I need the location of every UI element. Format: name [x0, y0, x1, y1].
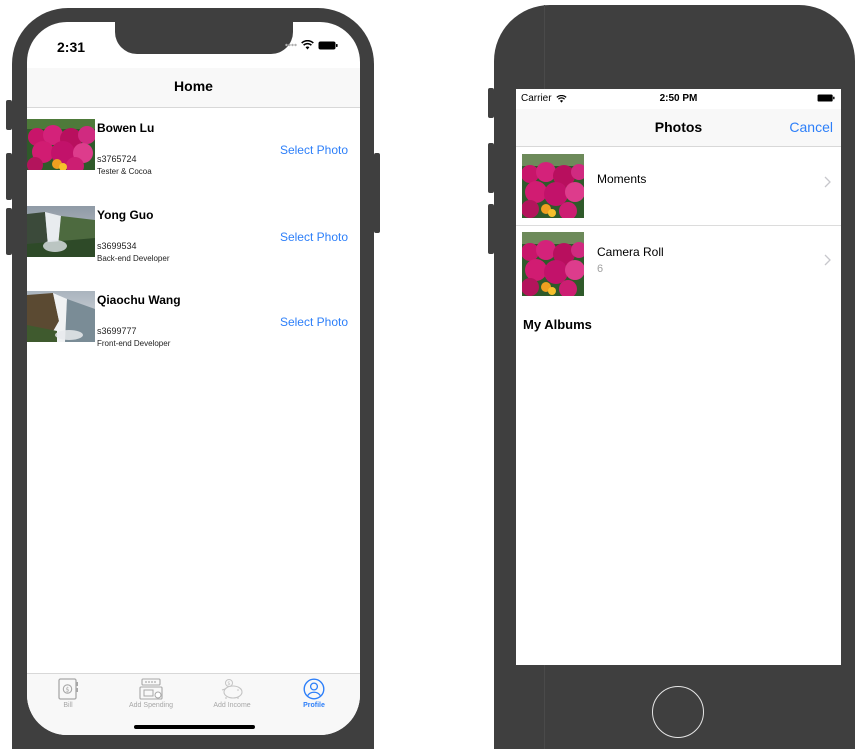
- member-name: Yong Guo: [97, 208, 154, 222]
- cancel-button[interactable]: Cancel: [789, 119, 833, 135]
- member-name: Qiaochu Wang: [97, 293, 181, 307]
- team-member-row: Bowen Lu s3765724 Tester & Cocoa Select …: [27, 119, 360, 176]
- flower-album-thumbnail: [522, 232, 584, 296]
- flower-album-thumbnail: [522, 154, 584, 218]
- member-student-id: s3699534: [97, 241, 137, 251]
- row-divider: [516, 225, 841, 226]
- side-button-left-1: [6, 100, 12, 130]
- profile-icon: [303, 678, 325, 700]
- battery-icon: [318, 41, 338, 49]
- album-row-moments[interactable]: Moments: [516, 150, 841, 226]
- status-time: 2:50 PM: [659, 93, 698, 104]
- iphone-x-frame: 2:31 Home Bowen Lu s3765724 Tester & Coc…: [6, 8, 380, 749]
- select-photo-button[interactable]: Select Photo: [280, 143, 348, 157]
- photos-screen: Carrier 2:50 PM Photos Cancel Moments Ca…: [516, 89, 841, 665]
- home-indicator[interactable]: [134, 725, 255, 729]
- svg-text:$: $: [65, 686, 69, 694]
- navigation-bar: Photos Cancel: [516, 109, 841, 147]
- album-row-camera-roll[interactable]: Camera Roll 6: [516, 228, 841, 304]
- notch: [115, 22, 293, 54]
- navigation-bar: Home: [27, 68, 360, 108]
- side-button-left-2: [6, 153, 12, 200]
- tab-label: Add Spending: [129, 702, 173, 709]
- home-screen: 2:31 Home Bowen Lu s3765724 Tester & Coc…: [27, 22, 360, 735]
- album-name: Camera Roll: [597, 245, 664, 259]
- chevron-right-icon: [824, 254, 831, 266]
- album-photo-count: 6: [597, 263, 604, 275]
- section-title-my-albums: My Albums: [523, 317, 592, 332]
- iphone-8-frame: Carrier 2:50 PM Photos Cancel Moments Ca…: [488, 5, 855, 749]
- select-photo-button[interactable]: Select Photo: [280, 230, 348, 244]
- side-button-right: [374, 153, 380, 233]
- member-role: Front-end Developer: [97, 339, 171, 348]
- wifi-icon: [301, 40, 314, 50]
- team-member-row: Qiaochu Wang s3699777 Front-end Develope…: [27, 291, 360, 348]
- member-student-id: s3699777: [97, 326, 137, 336]
- select-photo-button[interactable]: Select Photo: [280, 315, 348, 329]
- tab-label: Profile: [303, 702, 325, 709]
- battery-icon: [817, 94, 835, 102]
- tab-label: Bill: [63, 702, 73, 709]
- page-title: Home: [174, 78, 213, 94]
- tab-label: Add Income: [213, 702, 251, 709]
- cash-register-icon: [139, 678, 163, 700]
- home-button[interactable]: [652, 686, 704, 738]
- side-button-left-1: [488, 88, 494, 118]
- tab-profile[interactable]: Profile: [274, 678, 354, 709]
- signal-dots-icon: [285, 43, 297, 47]
- member-name: Bowen Lu: [97, 121, 155, 135]
- tab-add-income[interactable]: $ Add Income: [192, 678, 272, 709]
- tab-add-spending[interactable]: Add Spending: [111, 678, 191, 709]
- member-role: Tester & Cocoa: [97, 167, 152, 176]
- status-icons: [285, 40, 338, 50]
- piggy-bank-icon: $: [221, 679, 243, 699]
- tab-bill[interactable]: $ Bill: [28, 678, 108, 709]
- status-time: 2:31: [57, 39, 86, 55]
- album-name: Moments: [597, 172, 647, 186]
- chevron-right-icon: [824, 176, 831, 188]
- team-member-row: Yong Guo s3699534 Back-end Developer Sel…: [27, 206, 360, 263]
- side-button-left-2: [488, 143, 494, 193]
- member-role: Back-end Developer: [97, 254, 170, 263]
- cliff-waterfall-photo-thumbnail: [27, 291, 95, 342]
- status-bar: Carrier 2:50 PM: [516, 89, 841, 109]
- bill-book-icon: $: [58, 678, 78, 700]
- member-student-id: s3765724: [97, 154, 137, 164]
- waterfall-photo-thumbnail: [27, 206, 95, 257]
- side-button-left-3: [6, 208, 12, 255]
- flower-photo-thumbnail: [27, 119, 95, 170]
- side-button-left-3: [488, 204, 494, 254]
